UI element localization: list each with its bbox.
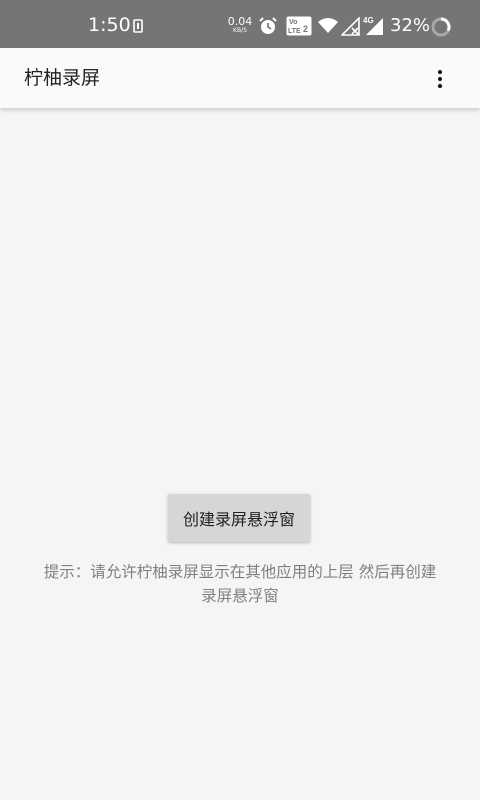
app-title: 柠柚录屏 (24, 67, 101, 89)
svg-text:2: 2 (303, 24, 308, 34)
svg-text:Vo: Vo (289, 19, 297, 26)
network-type-label: 4G (363, 16, 374, 25)
battery-ring-icon (431, 17, 451, 37)
battery-percent: 32% (390, 15, 431, 36)
volte-icon: Vo LTE 2 (286, 16, 312, 36)
more-vert-icon[interactable] (424, 62, 456, 94)
net-speed-unit: KB/S (233, 27, 247, 34)
permission-hint: 提示：请允许柠柚录屏显示在其他应用的上层 然后再创建录屏悬浮窗 (43, 563, 437, 605)
create-floating-window-button[interactable]: 创建录屏悬浮窗 (168, 494, 310, 542)
signal-4g-icon: 4G (363, 16, 383, 35)
net-speed-value: 0.04 (227, 15, 253, 28)
sim-toolkit-icon (133, 19, 143, 33)
wifi-icon (318, 18, 338, 33)
app-bar: 柠柚录屏 (0, 48, 480, 108)
svg-text:LTE: LTE (288, 28, 301, 35)
status-bar: 1:50 0.04 KB/S Vo LTE 2 4G 32% (0, 0, 480, 48)
net-speed: 0.04 KB/S (227, 16, 253, 34)
status-time: 1:50 (88, 14, 131, 36)
alarm-icon (259, 17, 277, 34)
signal-no-sim-icon (341, 17, 360, 36)
